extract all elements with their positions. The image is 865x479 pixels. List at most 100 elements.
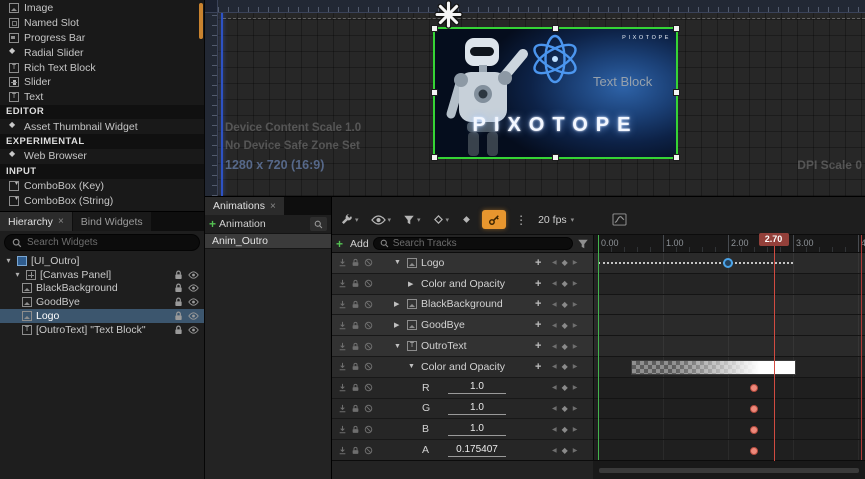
next-key-icon[interactable]: ▶: [573, 322, 578, 329]
filter-button[interactable]: ▾: [401, 210, 423, 230]
auto-key-button[interactable]: [482, 210, 506, 229]
resize-handle[interactable]: [673, 25, 680, 32]
track-mute-icon[interactable]: [364, 321, 373, 330]
resize-handle[interactable]: [673, 154, 680, 161]
visibility-options-button[interactable]: ▾: [369, 210, 394, 230]
expander-icon[interactable]: ▾: [13, 270, 22, 279]
next-key-icon[interactable]: ▶: [573, 447, 578, 454]
track-mute-icon[interactable]: [364, 383, 373, 392]
panel-splitter[interactable]: [593, 235, 594, 460]
playhead-label[interactable]: 2.70: [759, 233, 789, 246]
track-pin-icon[interactable]: [338, 321, 347, 330]
timeline-row[interactable]: [593, 440, 865, 461]
eye-icon[interactable]: [188, 284, 199, 292]
add-key-icon[interactable]: ◆: [562, 300, 568, 309]
playhead-line[interactable]: [774, 235, 775, 461]
track-mute-icon[interactable]: [364, 425, 373, 434]
add-key-icon[interactable]: ◆: [562, 425, 568, 434]
track-pin-icon[interactable]: [338, 342, 347, 351]
palette-item[interactable]: Rich Text Block: [0, 60, 204, 75]
track-pin-icon[interactable]: [338, 362, 347, 371]
palette-category-header[interactable]: INPUT: [0, 164, 204, 179]
track-lock-icon[interactable]: [351, 383, 360, 392]
palette-category-header[interactable]: EDITOR: [0, 105, 204, 120]
add-section-button[interactable]: +: [535, 278, 541, 290]
tab-hierarchy[interactable]: Hierarchy ×: [0, 212, 72, 231]
add-section-button[interactable]: +: [535, 361, 541, 373]
resize-handle[interactable]: [673, 89, 680, 96]
tab-bind-widgets[interactable]: Bind Widgets: [73, 212, 151, 231]
hierarchy-row[interactable]: GoodBye: [0, 295, 204, 309]
hierarchy-search-input[interactable]: [27, 237, 192, 248]
channel-value[interactable]: 1.0: [448, 402, 506, 415]
timeline-row[interactable]: [593, 419, 865, 440]
timeline-row[interactable]: [593, 378, 865, 399]
track-mute-icon[interactable]: [364, 258, 373, 267]
next-key-icon[interactable]: ▶: [573, 363, 578, 370]
playback-end-marker[interactable]: [861, 235, 862, 461]
track-search-input[interactable]: [393, 238, 566, 249]
track-row[interactable]: ▼ Color and Opacity + ◀ ◆ ▶: [332, 357, 593, 378]
channel-value[interactable]: 1.0: [448, 423, 506, 436]
prev-key-icon[interactable]: ◀: [552, 343, 557, 350]
channel-value[interactable]: 1.0: [448, 381, 506, 394]
add-key-icon[interactable]: ◆: [562, 383, 568, 392]
next-key-icon[interactable]: ▶: [573, 280, 578, 287]
track-mute-icon[interactable]: [364, 342, 373, 351]
key-interpolation-button[interactable]: [459, 210, 474, 230]
prev-key-icon[interactable]: ◀: [552, 259, 557, 266]
palette-item[interactable]: Text: [0, 90, 204, 105]
lock-icon[interactable]: [174, 297, 183, 307]
track-filter-icon[interactable]: [577, 238, 589, 250]
track-mute-icon[interactable]: [364, 300, 373, 309]
channel-value[interactable]: 0.175407: [448, 444, 506, 457]
more-options-button[interactable]: ⋮: [514, 210, 528, 230]
expander-icon[interactable]: ▶: [394, 300, 403, 308]
curve-editor-button[interactable]: [610, 210, 629, 230]
track-mute-icon[interactable]: [364, 404, 373, 413]
next-key-icon[interactable]: ▶: [573, 384, 578, 391]
track-mute-icon[interactable]: [364, 446, 373, 455]
resize-handle[interactable]: [552, 25, 559, 32]
prev-key-icon[interactable]: ◀: [552, 405, 557, 412]
track-lock-icon[interactable]: [351, 321, 360, 330]
add-key-icon[interactable]: ◆: [562, 321, 568, 330]
anchor-medallion[interactable]: [434, 0, 463, 29]
lock-icon[interactable]: [174, 270, 183, 280]
add-section-button[interactable]: +: [535, 340, 541, 352]
timeline-ruler[interactable]: 0.001.002.003.004.00: [593, 235, 865, 253]
expander-icon[interactable]: ▶: [408, 280, 417, 288]
expander-icon[interactable]: ▼: [394, 343, 403, 350]
add-section-button[interactable]: +: [535, 257, 541, 269]
palette-item[interactable]: Radial Slider: [0, 45, 204, 60]
timeline-row[interactable]: [593, 274, 865, 295]
palette-item[interactable]: Slider: [0, 75, 204, 90]
track-lock-icon[interactable]: [351, 279, 360, 288]
timeline-row[interactable]: [593, 336, 865, 357]
lock-icon[interactable]: [174, 311, 183, 321]
eye-icon[interactable]: [188, 298, 199, 306]
expander-icon[interactable]: ▼: [394, 259, 403, 266]
add-key-icon[interactable]: ◆: [562, 342, 568, 351]
track-pin-icon[interactable]: [338, 446, 347, 455]
timeline-scrollbar[interactable]: [599, 468, 859, 473]
hierarchy-row[interactable]: ▾ [UI_Outro]: [0, 254, 204, 268]
hierarchy-row[interactable]: BlackBackground: [0, 282, 204, 296]
lock-icon[interactable]: [174, 283, 183, 293]
track-row[interactable]: ▼ OutroText + ◀ ◆ ▶: [332, 336, 593, 357]
prev-key-icon[interactable]: ◀: [552, 322, 557, 329]
prev-key-icon[interactable]: ◀: [552, 363, 557, 370]
track-lock-icon[interactable]: [351, 404, 360, 413]
prev-key-icon[interactable]: ◀: [552, 280, 557, 287]
track-pin-icon[interactable]: [338, 279, 347, 288]
track-lock-icon[interactable]: [351, 425, 360, 434]
selected-widget-preview[interactable]: PIXOTOPE Text Block PIXOTOPE: [433, 27, 678, 159]
keyframe-dash-track[interactable]: [598, 262, 793, 264]
keyframe-dot[interactable]: [750, 447, 758, 455]
timeline-row[interactable]: [593, 399, 865, 420]
timeline-row[interactable]: [593, 295, 865, 316]
close-tab-icon[interactable]: ×: [270, 201, 276, 212]
designer-canvas[interactable]: Device Content Scale 1.0 No Device Safe …: [205, 0, 865, 196]
eye-icon[interactable]: [188, 326, 199, 334]
palette-item[interactable]: ComboBox (Key): [0, 179, 204, 194]
